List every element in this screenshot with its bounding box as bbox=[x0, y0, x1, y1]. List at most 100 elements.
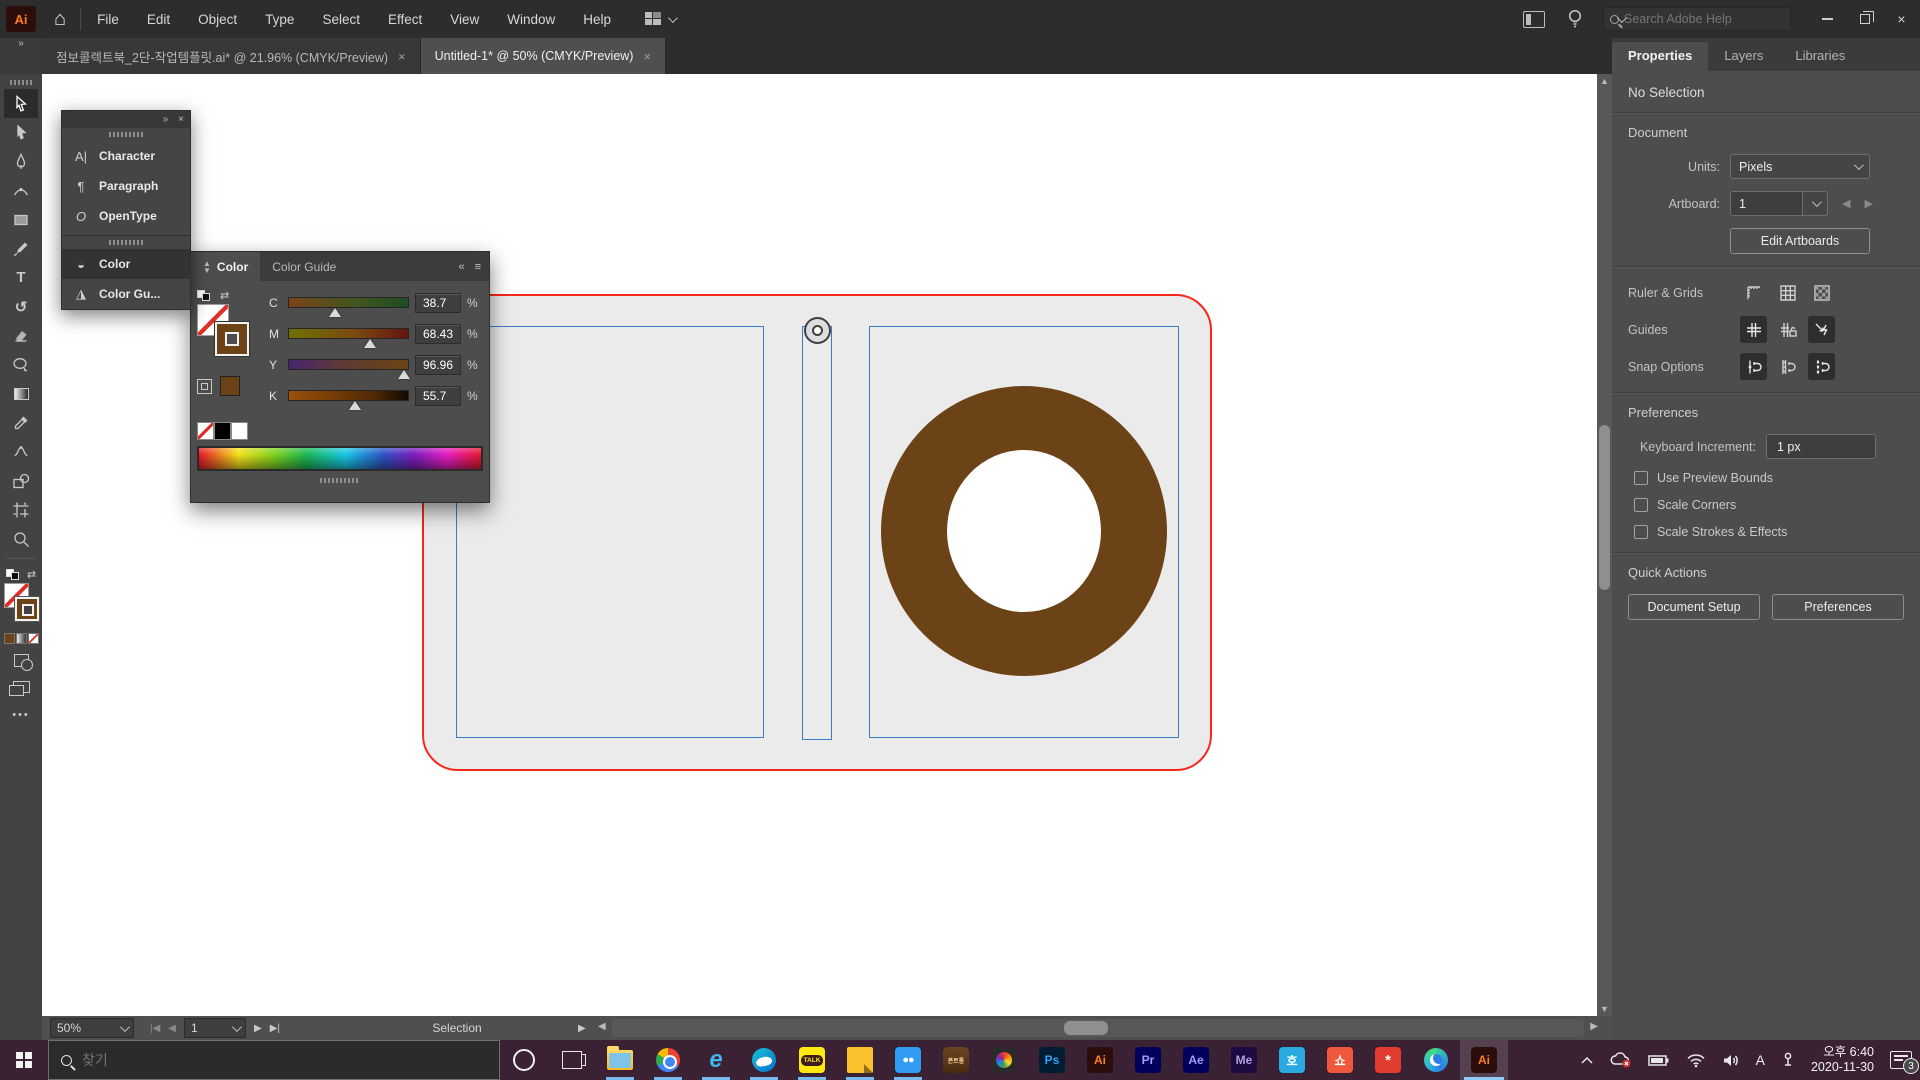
eraser-tool[interactable] bbox=[4, 321, 38, 350]
taskbar-after-effects[interactable]: Ae bbox=[1172, 1040, 1220, 1080]
status-menu-arrow[interactable]: ▶ bbox=[578, 1023, 586, 1034]
panel-item-color[interactable]: ◒ Color bbox=[62, 249, 190, 279]
restore-button[interactable] bbox=[1846, 4, 1883, 34]
horizontal-scroll-thumb[interactable] bbox=[1064, 1021, 1108, 1035]
pen-tool[interactable] bbox=[4, 147, 38, 176]
taskbar-edge[interactable] bbox=[1412, 1040, 1460, 1080]
taskbar-band[interactable]: ●● bbox=[884, 1040, 932, 1080]
black-slider-track[interactable] bbox=[288, 390, 409, 401]
scale-corners-checkbox[interactable] bbox=[1634, 498, 1648, 512]
tab-color-guide[interactable]: Color Guide bbox=[260, 252, 348, 281]
panel-gripper[interactable] bbox=[109, 132, 143, 137]
tab-layers[interactable]: Layers bbox=[1708, 42, 1779, 71]
paintbrush-tool[interactable] bbox=[4, 234, 38, 263]
taskbar-hancom-pdf[interactable]: * bbox=[1364, 1040, 1412, 1080]
color-spectrum-bar[interactable] bbox=[197, 446, 483, 471]
magenta-value-field[interactable]: 68.43 bbox=[415, 324, 461, 344]
taskbar-fontbarrel[interactable]: 폰트통 bbox=[932, 1040, 980, 1080]
menu-type[interactable]: Type bbox=[265, 12, 294, 27]
taskbar-internet-explorer[interactable]: e bbox=[692, 1040, 740, 1080]
zoom-tool[interactable] bbox=[4, 524, 38, 553]
panel-gripper[interactable] bbox=[109, 240, 143, 245]
artwork-donut-shape[interactable] bbox=[881, 386, 1167, 676]
scroll-left-arrow[interactable]: ◀ bbox=[598, 1021, 606, 1032]
taskbar-clock[interactable]: 오후 6:40 2020-11-30 bbox=[1811, 1045, 1874, 1075]
next-artboard-button[interactable]: ▶ bbox=[254, 1023, 262, 1034]
drawing-modes-button[interactable] bbox=[14, 654, 29, 667]
show-rulers-button[interactable] bbox=[1740, 279, 1767, 306]
none-button[interactable] bbox=[28, 633, 39, 644]
magenta-slider-thumb[interactable] bbox=[364, 339, 376, 348]
horizontal-scroll-track[interactable] bbox=[612, 1019, 1584, 1037]
menu-file[interactable]: File bbox=[97, 12, 119, 27]
type-tool[interactable]: T bbox=[4, 263, 38, 292]
previous-artboard-arrow[interactable]: ◀ bbox=[1842, 197, 1850, 210]
swap-fill-stroke-icon[interactable]: ⇄ bbox=[27, 568, 36, 581]
cyan-value-field[interactable]: 38.7 bbox=[415, 293, 461, 313]
color-button[interactable] bbox=[4, 633, 15, 644]
yellow-slider-track[interactable] bbox=[288, 359, 409, 370]
yellow-value-field[interactable]: 96.96 bbox=[415, 355, 461, 375]
toolbar-gripper[interactable] bbox=[10, 80, 32, 85]
onedrive-error-icon[interactable] bbox=[1610, 1052, 1632, 1068]
panel-resize-gripper[interactable] bbox=[320, 478, 360, 483]
shaper-tool[interactable] bbox=[4, 350, 38, 379]
horizontal-scrollbar[interactable]: ◀ ▶ bbox=[598, 1019, 1598, 1037]
swap-fill-stroke-icon[interactable]: ⇄ bbox=[220, 289, 229, 302]
white-swatch[interactable] bbox=[231, 422, 248, 440]
next-artboard-arrow[interactable]: ▶ bbox=[1864, 197, 1872, 210]
minimize-button[interactable] bbox=[1809, 4, 1846, 34]
taskbar-illustrator-active[interactable]: Ai bbox=[1460, 1040, 1508, 1080]
battery-icon[interactable] bbox=[1648, 1053, 1670, 1067]
direct-selection-tool[interactable] bbox=[4, 118, 38, 147]
yellow-slider-thumb[interactable] bbox=[398, 370, 410, 379]
taskbar-hancom-show[interactable]: 쇼 bbox=[1316, 1040, 1364, 1080]
scale-strokes-effects-checkbox[interactable] bbox=[1634, 525, 1648, 539]
taskbar-kakaotalk[interactable]: TALK bbox=[788, 1040, 836, 1080]
rotate-tool[interactable]: ↺ bbox=[4, 292, 38, 321]
snap-to-point-button[interactable] bbox=[1740, 353, 1767, 380]
vertical-scrollbar[interactable]: ▲ ▼ bbox=[1597, 74, 1612, 1016]
edit-toolbar-button[interactable]: ••• bbox=[12, 709, 30, 721]
menu-help[interactable]: Help bbox=[583, 12, 611, 27]
artwork-spine-strip[interactable] bbox=[802, 326, 832, 740]
stroke-swatch[interactable] bbox=[215, 322, 249, 356]
gradient-button[interactable] bbox=[16, 633, 27, 644]
out-of-gamut-cube-icon[interactable] bbox=[197, 379, 212, 394]
artwork-left-guide-rect[interactable] bbox=[456, 326, 764, 738]
panel-collapse-icon[interactable]: ▲▼ bbox=[203, 260, 211, 274]
cortana-button[interactable] bbox=[500, 1040, 548, 1080]
show-transparency-grid-button[interactable] bbox=[1808, 279, 1835, 306]
screen-mode-button[interactable] bbox=[13, 681, 30, 693]
document-tab-2[interactable]: Untitled-1* @ 50% (CMYK/Preview) × bbox=[421, 38, 666, 74]
zoom-level-dropdown[interactable]: 50% bbox=[50, 1018, 134, 1038]
scroll-down-arrow[interactable]: ▼ bbox=[1597, 1002, 1612, 1016]
arrange-documents-icon[interactable] bbox=[1523, 11, 1545, 28]
black-slider-thumb[interactable] bbox=[349, 401, 361, 410]
artwork-eyelet-circle[interactable] bbox=[804, 317, 831, 344]
black-value-field[interactable]: 55.7 bbox=[415, 386, 461, 406]
use-preview-bounds-checkbox[interactable] bbox=[1634, 471, 1648, 485]
close-tab-icon[interactable]: × bbox=[398, 49, 406, 64]
task-view-button[interactable] bbox=[548, 1040, 596, 1080]
tab-color[interactable]: ▲▼ Color bbox=[191, 252, 260, 281]
edit-artboards-button[interactable]: Edit Artboards bbox=[1730, 228, 1870, 254]
illustrator-logo[interactable]: Ai bbox=[6, 6, 36, 32]
menu-effect[interactable]: Effect bbox=[388, 12, 422, 27]
canvas[interactable]: ▲ ▼ bbox=[42, 74, 1612, 1016]
ime-options-icon[interactable] bbox=[1781, 1052, 1795, 1068]
rectangle-tool[interactable] bbox=[4, 205, 38, 234]
shape-builder-tool[interactable] bbox=[4, 466, 38, 495]
panel-item-character[interactable]: A| Character bbox=[62, 141, 190, 171]
taskbar-file-explorer[interactable] bbox=[596, 1040, 644, 1080]
scroll-up-arrow[interactable]: ▲ bbox=[1597, 74, 1612, 88]
taskbar-photoshop[interactable]: Ps bbox=[1028, 1040, 1076, 1080]
panel-item-color-guide[interactable]: ◮ Color Gu... bbox=[62, 279, 190, 309]
start-button[interactable] bbox=[0, 1040, 48, 1080]
home-icon[interactable]: ⌂ bbox=[54, 8, 66, 31]
magenta-slider-track[interactable] bbox=[288, 328, 409, 339]
preferences-button[interactable]: Preferences bbox=[1772, 594, 1904, 620]
taskbar-premiere[interactable]: Pr bbox=[1124, 1040, 1172, 1080]
tab-libraries[interactable]: Libraries bbox=[1779, 42, 1861, 71]
taskbar-search-box[interactable] bbox=[48, 1040, 500, 1080]
